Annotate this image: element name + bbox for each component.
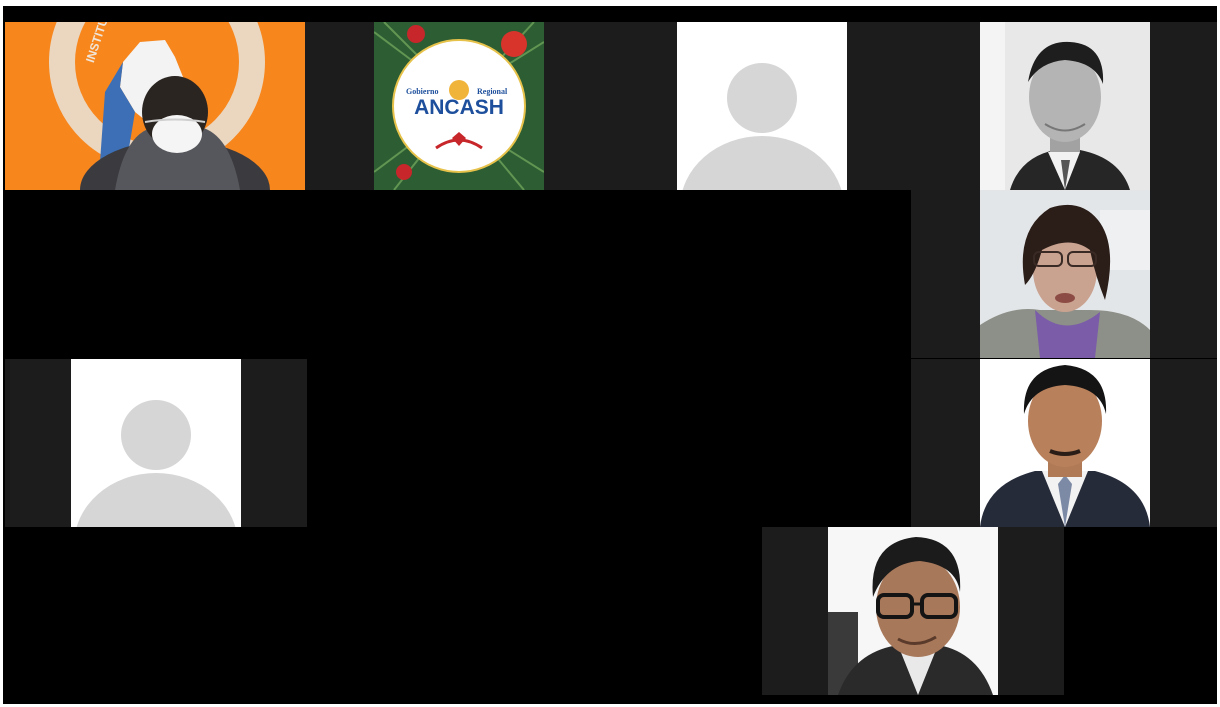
person-silhouette-icon — [71, 359, 241, 527]
participant-tile-man-glasses[interactable] — [762, 527, 1064, 695]
person-silhouette-icon — [677, 22, 847, 190]
participant-tile-man-suit[interactable] — [911, 359, 1217, 527]
profile-photo — [980, 359, 1150, 527]
logo-title: ANCASH — [414, 96, 504, 119]
profile-photo — [980, 22, 1150, 190]
participant-video — [5, 22, 305, 190]
profile-image: Gobierno Regional ANCASH — [374, 22, 544, 190]
profile-photo — [828, 527, 998, 695]
participant-tile-placeholder-2[interactable] — [5, 359, 307, 527]
participant-tile-woman[interactable] — [911, 190, 1217, 358]
participant-tile-institute[interactable]: INSTITUTO NACIONAL DE DEFENSA — [5, 22, 305, 190]
participant-tile-ancash[interactable]: Gobierno Regional ANCASH — [305, 22, 607, 190]
avatar-placeholder — [677, 22, 847, 190]
logo-text-gobierno: Gobierno — [406, 87, 439, 96]
logo-text-regional: Regional — [477, 87, 508, 96]
avatar-placeholder — [71, 359, 241, 527]
participant-tile-man-bw[interactable] — [911, 22, 1217, 190]
participant-video — [980, 190, 1150, 358]
participant-tile-placeholder-1[interactable] — [607, 22, 911, 190]
video-grid: INSTITUTO NACIONAL DE DEFENSA — [3, 6, 1217, 704]
